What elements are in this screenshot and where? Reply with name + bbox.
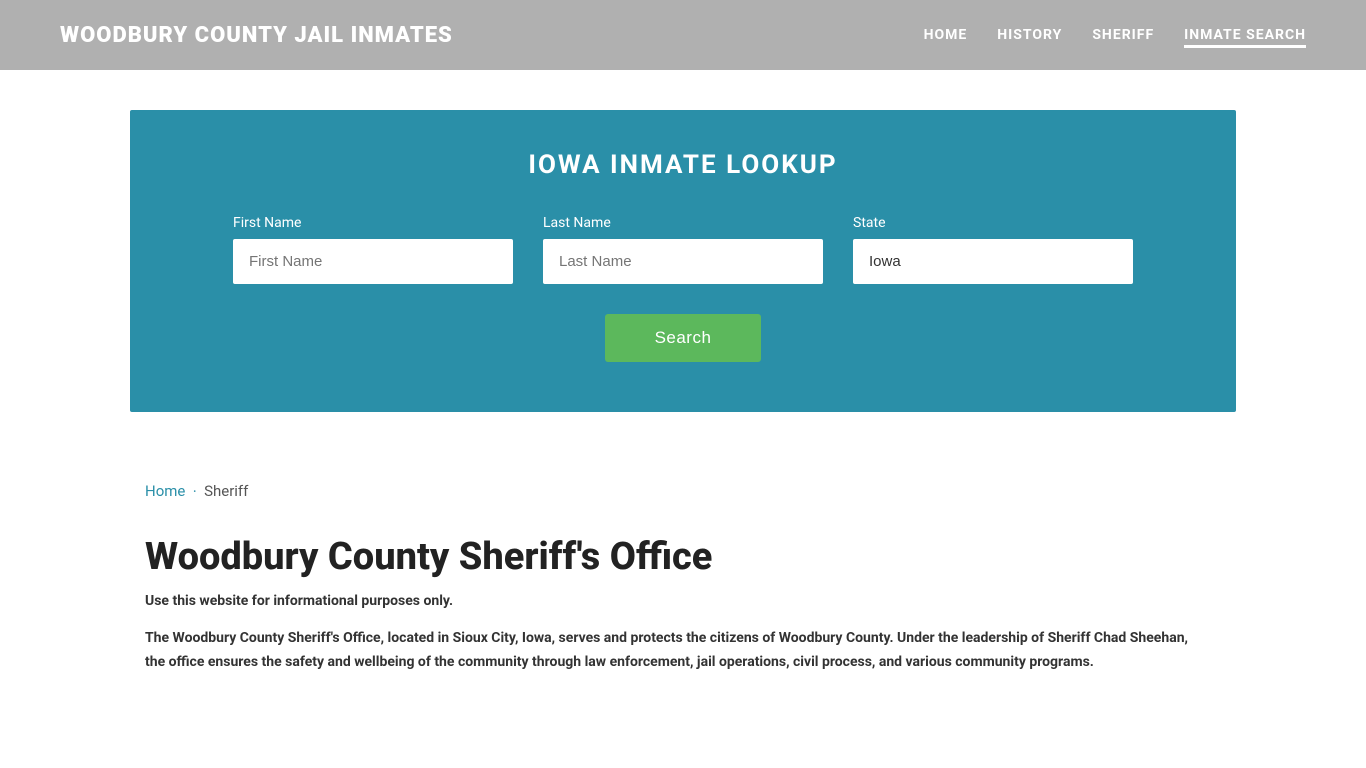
breadcrumb-current: Sheriff: [204, 482, 248, 500]
first-name-label: First Name: [233, 215, 513, 231]
breadcrumb-separator: •: [193, 487, 196, 496]
site-title: WOODBURY COUNTY JAIL INMATES: [60, 23, 453, 48]
nav-history[interactable]: HISTORY: [997, 22, 1062, 48]
search-fields: First Name Last Name State: [190, 215, 1176, 284]
last-name-input[interactable]: [543, 239, 823, 284]
last-name-group: Last Name: [543, 215, 823, 284]
main-nav: HOME HISTORY SHERIFF INMATE SEARCH: [924, 22, 1306, 48]
nav-sheriff[interactable]: SHERIFF: [1092, 22, 1154, 48]
first-name-group: First Name: [233, 215, 513, 284]
description-text: The Woodbury County Sheriff's Office, lo…: [145, 627, 1195, 675]
state-group: State: [853, 215, 1133, 284]
site-header: WOODBURY COUNTY JAIL INMATES HOME HISTOR…: [0, 0, 1366, 70]
search-title: IOWA INMATE LOOKUP: [190, 150, 1176, 180]
nav-inmate-search[interactable]: INMATE SEARCH: [1184, 22, 1306, 48]
breadcrumb: Home • Sheriff: [0, 452, 1366, 515]
search-button-wrap: Search: [190, 314, 1176, 362]
breadcrumb-home[interactable]: Home: [145, 482, 185, 500]
page-title: Woodbury County Sheriff's Office: [145, 535, 1221, 579]
disclaimer-text: Use this website for informational purpo…: [145, 593, 1221, 609]
last-name-label: Last Name: [543, 215, 823, 231]
search-section: IOWA INMATE LOOKUP First Name Last Name …: [130, 110, 1236, 412]
search-button[interactable]: Search: [605, 314, 762, 362]
first-name-input[interactable]: [233, 239, 513, 284]
nav-home[interactable]: HOME: [924, 22, 968, 48]
main-content: Woodbury County Sheriff's Office Use thi…: [0, 515, 1366, 715]
state-input[interactable]: [853, 239, 1133, 284]
state-label: State: [853, 215, 1133, 231]
